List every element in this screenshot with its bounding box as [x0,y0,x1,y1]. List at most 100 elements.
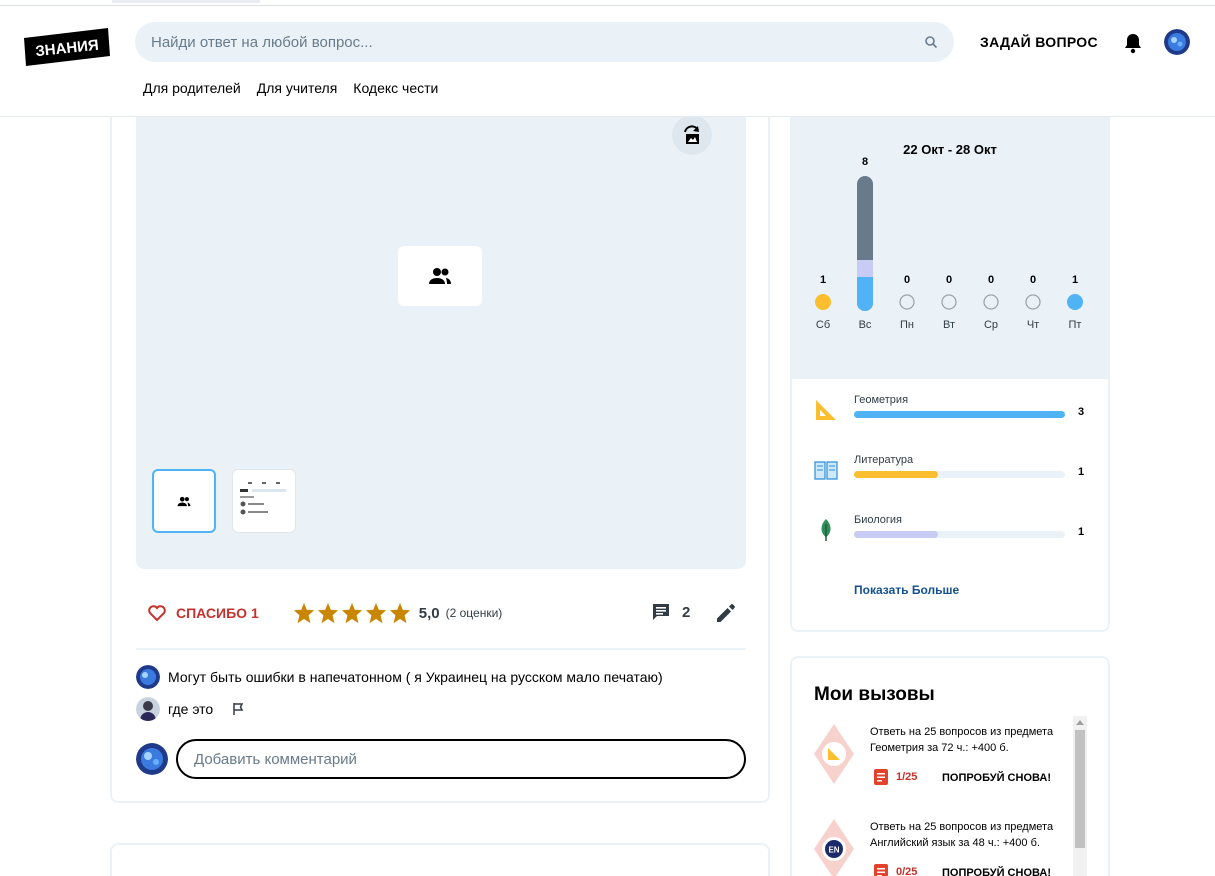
show-more-link[interactable]: Показать Больше [854,583,959,597]
thanks-button[interactable]: СПАСИБО 1 [148,605,259,621]
comments-count: 2 [682,603,691,621]
day-column: 0 [975,274,1007,286]
user-avatar[interactable] [1164,29,1190,55]
comment-item: где это [136,697,245,721]
thumbnail-1[interactable] [152,469,216,533]
star-icon[interactable] [317,602,339,624]
active-tab-mark [112,0,260,3]
subject-name: Геометрия [854,394,909,406]
day-column: 1 [807,274,839,286]
rotate-image-button[interactable] [672,117,712,155]
search-input[interactable] [151,33,924,51]
ruler-triangle-icon [816,400,836,420]
day-dot [1025,294,1041,310]
activity-card: 22 Окт - 28 Окт 1 Сб 8 Вс 0 Пн 0 Вт 0 Ср… [790,117,1110,632]
search-icon[interactable] [924,35,938,49]
star-icon[interactable] [293,602,315,624]
subject-value: 3 [1078,406,1085,418]
day-column: 8 [849,156,881,168]
subject-row-biology[interactable]: Биология 1 [814,514,1088,550]
subject-progress-track [854,531,1065,538]
day-value: 1 [819,274,827,286]
challenge-text: Ответь на 25 вопросов из предмета Геометр… [870,726,1054,754]
subject-value: 1 [1078,466,1085,478]
challenge-item[interactable]: Ответь на 25 вопросов из предмета Геометр… [814,724,1072,804]
leaf-icon [821,519,831,541]
english-challenge-badge-icon: EN [814,819,854,876]
subject-value: 1 [1078,526,1085,538]
star-icon[interactable] [365,602,387,624]
page-content: СПАСИБО 1 5,0 (2 оценки) 2 Могут быть ош… [0,117,1215,876]
znania-logo[interactable]: ЗНАНИЯ [22,26,112,66]
day-label: Пн [900,319,914,331]
subject-progress-fill [854,531,939,538]
day-value: 0 [987,274,995,286]
answer-card: СПАСИБО 1 5,0 (2 оценки) 2 Могут быть ош… [110,117,770,803]
challenges-scrollbar[interactable] [1073,716,1087,876]
screenshot-thumbnail-icon [240,482,286,515]
next-answer-card [110,843,770,876]
ask-question-button[interactable]: ЗАДАЙ ВОПРОС [980,34,1098,50]
day-column: 0 [1017,274,1049,286]
day-label: Вт [942,319,955,331]
activity-chart: 22 Окт - 28 Окт 1 Сб 8 Вс 0 Пн 0 Вт 0 Ср… [792,117,1108,379]
nav-link-teachers[interactable]: Для учителя [257,80,338,96]
subject-progress-fill [854,411,1065,418]
day-dot [899,294,915,310]
attachment-viewer [136,117,746,569]
commenter-avatar[interactable] [136,665,160,689]
day-column: 0 [933,274,965,286]
subject-name: Литература [854,454,914,466]
scroll-up-arrow-icon[interactable] [1073,717,1087,729]
flag-icon[interactable] [231,702,245,716]
day-label: Вс [858,319,872,331]
day-column: Сб [807,319,839,331]
geometry-challenge-badge-icon [814,724,854,784]
day-value: 8 [861,156,869,168]
svg-text:EN: EN [828,846,839,855]
star-icon[interactable] [341,602,363,624]
day-value: 0 [1029,274,1037,286]
subject-row-literature[interactable]: Литература 1 [814,454,1088,490]
commenter-avatar[interactable] [136,697,160,721]
challenge-item[interactable]: EN Ответь на 25 вопросов из предмета Англ… [814,819,1072,876]
day-dot [1067,294,1083,310]
answer-actions: СПАСИБО 1 5,0 (2 оценки) 2 [136,593,746,633]
subject-row-geometry[interactable]: Геометрия 3 [814,394,1088,430]
thumbnail-2[interactable] [232,469,296,533]
challenges-title: Мои вызовы [814,684,935,705]
open-book-icon [814,461,838,480]
retry-button[interactable]: ПОПРОБУЙ СНОВА! [942,772,1051,784]
document-icon [874,769,888,785]
add-comment-row [136,739,746,779]
challenges-card: Мои вызовы Ответь на 25 вопросов из пред… [790,656,1110,876]
subject-progress-fill [854,471,939,478]
retry-button[interactable]: ПОПРОБУЙ СНОВА! [942,867,1051,876]
rating-stars[interactable] [293,602,411,624]
search-bar[interactable] [135,22,954,62]
nav-link-honor-code[interactable]: Кодекс чести [353,80,438,96]
current-user-avatar[interactable] [136,743,168,775]
date-range: 22 Окт - 28 Окт [903,142,997,157]
scrollbar-thumb[interactable] [1075,730,1085,848]
heart-icon [148,605,166,621]
document-icon [874,864,888,876]
bell-icon[interactable] [1123,32,1143,54]
subject-progress-track [854,411,1065,418]
day-column: 1 [1059,274,1091,286]
day-bar [857,176,873,311]
challenge-text: Ответь на 25 вопросов из предмета Английс… [870,821,1054,849]
day-value: 0 [903,274,911,286]
nav-link-parents[interactable]: Для родителей [143,80,241,96]
day-dot [983,294,999,310]
day-column: 0 [891,274,923,286]
add-comment-input[interactable] [176,739,746,779]
day-column: Ср [975,319,1007,331]
day-label: Чт [1026,319,1040,331]
rating-value: 5,0 [418,604,440,622]
site-header: ЗНАНИЯ ЗАДАЙ ВОПРОС Для родителей Для уч… [0,6,1215,117]
edit-icon[interactable] [714,601,738,625]
day-column: Чт [1017,319,1049,331]
star-icon[interactable] [389,602,411,624]
comments-toggle[interactable]: 2 [652,603,690,621]
